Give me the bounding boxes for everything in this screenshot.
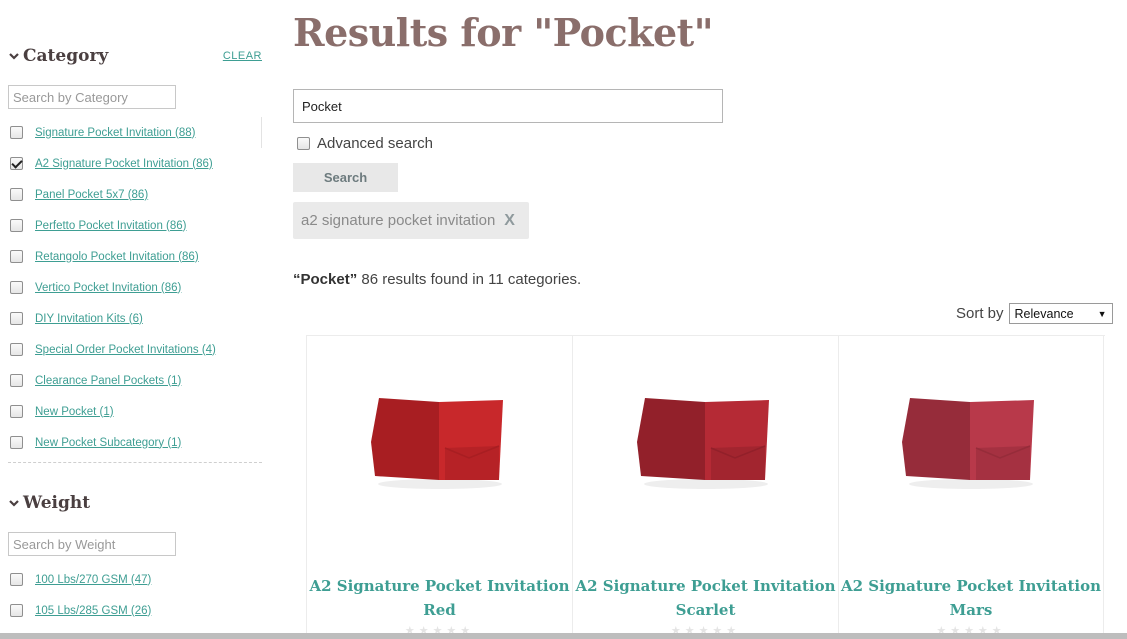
sort-control: Sort by Relevance ▼ bbox=[956, 303, 1113, 324]
facet-checkbox[interactable] bbox=[10, 374, 23, 387]
facet-item[interactable]: Perfetto Pocket Invitation (86) bbox=[10, 210, 216, 241]
scroll-divider bbox=[261, 117, 262, 148]
category-list: Signature Pocket Invitation (88) A2 Signa… bbox=[10, 117, 216, 458]
product-variant[interactable]: Red bbox=[307, 598, 572, 622]
facet-checkbox[interactable] bbox=[10, 573, 23, 586]
facet-item[interactable]: Clearance Panel Pockets (1) bbox=[10, 365, 216, 396]
facet-item[interactable]: Panel Pocket 5x7 (86) bbox=[10, 179, 216, 210]
product-name-line[interactable]: A2 Signature Pocket Invitation bbox=[573, 574, 838, 598]
weight-list: 100 Lbs/270 GSM (47) 105 Lbs/285 GSM (26) bbox=[10, 564, 151, 626]
facet-divider bbox=[8, 462, 262, 463]
chevron-down-icon[interactable] bbox=[8, 497, 20, 509]
facet-link[interactable]: 105 Lbs/285 GSM (26) bbox=[35, 605, 151, 617]
facet-checkbox[interactable] bbox=[10, 219, 23, 232]
facet-link[interactable]: Panel Pocket 5x7 (86) bbox=[35, 189, 148, 201]
facet-item[interactable]: 105 Lbs/285 GSM (26) bbox=[10, 595, 151, 626]
facet-item[interactable]: Retangolo Pocket Invitation (86) bbox=[10, 241, 216, 272]
results-summary: “Pocket” 86 results found in 11 categori… bbox=[293, 271, 581, 288]
facet-checkbox[interactable] bbox=[10, 188, 23, 201]
facet-item[interactable]: New Pocket Subcategory (1) bbox=[10, 427, 216, 458]
sort-value: Relevance bbox=[1014, 306, 1074, 321]
facet-link[interactable]: DIY Invitation Kits (6) bbox=[35, 313, 143, 325]
product-name[interactable]: A2 Signature Pocket Invitation Mars bbox=[839, 574, 1103, 622]
dropdown-arrow-icon: ▼ bbox=[1097, 308, 1107, 319]
product-card[interactable]: A2 Signature Pocket Invitation Red ★★★★★ bbox=[306, 336, 572, 639]
facet-checkbox[interactable] bbox=[10, 343, 23, 356]
facet-item[interactable]: Vertico Pocket Invitation (86) bbox=[10, 272, 216, 303]
facet-item[interactable]: 100 Lbs/270 GSM (47) bbox=[10, 564, 151, 595]
facet-checkbox[interactable] bbox=[10, 157, 23, 170]
product-grid: A2 Signature Pocket Invitation Red ★★★★★ A2… bbox=[306, 335, 1105, 639]
product-image[interactable] bbox=[631, 384, 781, 504]
product-image[interactable] bbox=[365, 384, 515, 504]
product-image[interactable] bbox=[896, 384, 1046, 504]
facet-checkbox[interactable] bbox=[10, 405, 23, 418]
category-facet-header: Category CLEAR bbox=[8, 46, 262, 66]
weight-facet-title[interactable]: Weight bbox=[23, 493, 90, 513]
facet-link[interactable]: New Pocket (1) bbox=[35, 406, 114, 418]
active-filter-label: a2 signature pocket invitation bbox=[301, 212, 496, 229]
category-facet-title[interactable]: Category bbox=[23, 46, 108, 66]
sort-select[interactable]: Relevance ▼ bbox=[1008, 303, 1113, 324]
facet-link[interactable]: Perfetto Pocket Invitation (86) bbox=[35, 220, 187, 232]
facet-checkbox[interactable] bbox=[10, 126, 23, 139]
weight-search-input[interactable] bbox=[8, 532, 176, 556]
advanced-search-label[interactable]: Advanced search bbox=[317, 135, 433, 152]
facet-link[interactable]: Vertico Pocket Invitation (86) bbox=[35, 282, 181, 294]
facet-link[interactable]: Special Order Pocket Invitations (4) bbox=[35, 344, 216, 356]
product-name[interactable]: A2 Signature Pocket Invitation Red bbox=[307, 574, 572, 622]
facet-item[interactable]: New Pocket (1) bbox=[10, 396, 216, 427]
facet-checkbox[interactable] bbox=[10, 281, 23, 294]
product-name-line[interactable]: A2 Signature Pocket Invitation bbox=[307, 574, 572, 598]
chevron-down-icon[interactable] bbox=[8, 50, 20, 62]
sort-label: Sort by bbox=[956, 305, 1004, 322]
product-name-line[interactable]: A2 Signature Pocket Invitation bbox=[839, 574, 1103, 598]
page-title: Results for "Pocket" bbox=[293, 10, 714, 55]
facet-checkbox[interactable] bbox=[10, 604, 23, 617]
facet-checkbox[interactable] bbox=[10, 250, 23, 263]
facet-item[interactable]: A2 Signature Pocket Invitation (86) bbox=[10, 148, 216, 179]
facet-link[interactable]: A2 Signature Pocket Invitation (86) bbox=[35, 158, 213, 170]
category-search-input[interactable] bbox=[8, 85, 176, 109]
facet-item[interactable]: DIY Invitation Kits (6) bbox=[10, 303, 216, 334]
facet-link[interactable]: Clearance Panel Pockets (1) bbox=[35, 375, 181, 387]
results-count-text: 86 results found in 11 categories. bbox=[357, 271, 582, 288]
advanced-search-checkbox[interactable] bbox=[297, 137, 310, 150]
remove-filter-button[interactable]: X bbox=[504, 212, 515, 230]
results-query: “Pocket” bbox=[293, 271, 358, 288]
product-variant[interactable]: Mars bbox=[839, 598, 1103, 622]
facet-link[interactable]: 100 Lbs/270 GSM (47) bbox=[35, 574, 151, 586]
product-variant[interactable]: Scarlet bbox=[573, 598, 838, 622]
facet-link[interactable]: Signature Pocket Invitation (88) bbox=[35, 127, 195, 139]
search-button[interactable]: Search bbox=[293, 163, 398, 192]
product-name[interactable]: A2 Signature Pocket Invitation Scarlet bbox=[573, 574, 838, 622]
clear-category-link[interactable]: CLEAR bbox=[223, 50, 262, 62]
search-input[interactable] bbox=[293, 89, 723, 123]
facet-checkbox[interactable] bbox=[10, 436, 23, 449]
active-filter-chip: a2 signature pocket invitation X bbox=[293, 202, 529, 239]
product-card[interactable]: A2 Signature Pocket Invitation Mars ★★★★★ bbox=[838, 336, 1104, 639]
facet-checkbox[interactable] bbox=[10, 312, 23, 325]
product-card[interactable]: A2 Signature Pocket Invitation Scarlet ★★★… bbox=[572, 336, 838, 639]
horizontal-scrollbar[interactable] bbox=[0, 633, 1127, 639]
facet-item[interactable]: Special Order Pocket Invitations (4) bbox=[10, 334, 216, 365]
advanced-search-toggle[interactable]: Advanced search bbox=[297, 135, 433, 152]
weight-facet-header: Weight bbox=[8, 493, 262, 513]
sidebar-filters: Category CLEAR Signature Pocket Invitati… bbox=[0, 0, 270, 639]
facet-link[interactable]: Retangolo Pocket Invitation (86) bbox=[35, 251, 199, 263]
facet-link[interactable]: New Pocket Subcategory (1) bbox=[35, 437, 181, 449]
facet-item[interactable]: Signature Pocket Invitation (88) bbox=[10, 117, 216, 148]
